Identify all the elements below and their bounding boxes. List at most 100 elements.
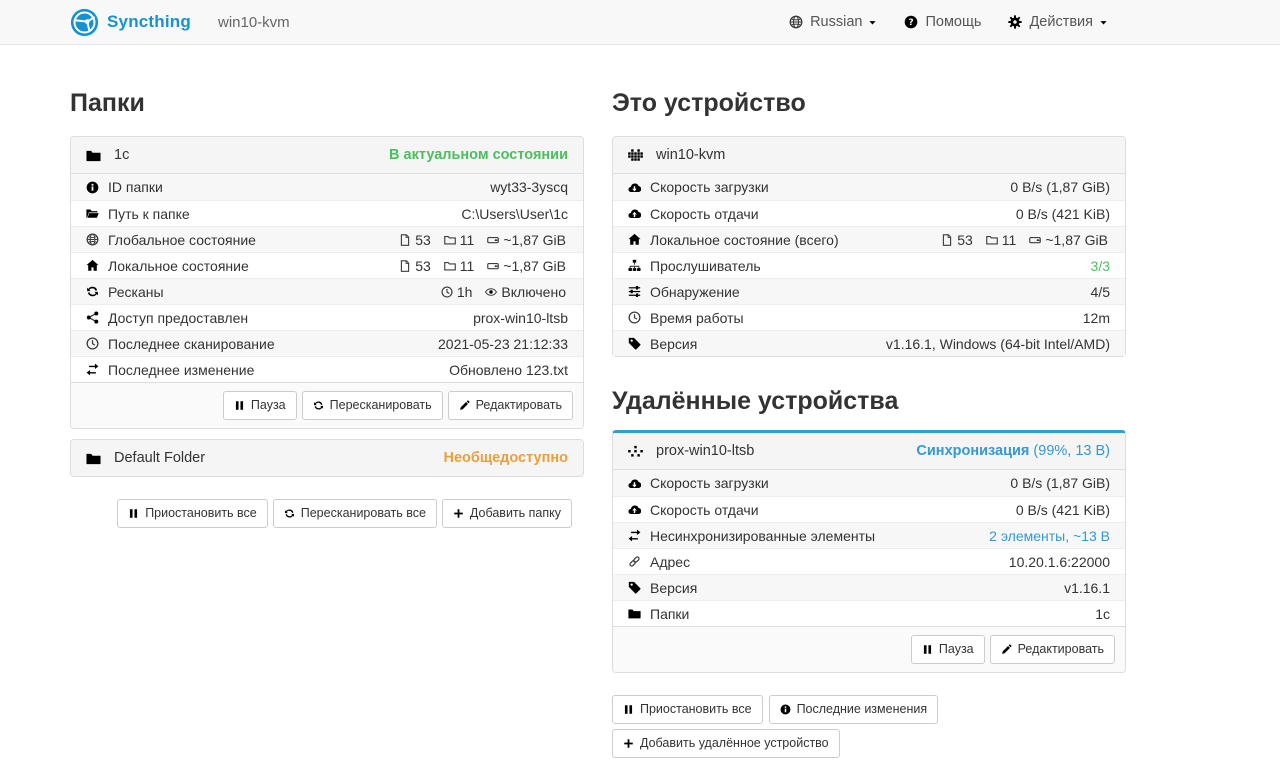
brand-name: Syncthing xyxy=(107,12,191,32)
folder-icon xyxy=(444,234,456,246)
this-device-table: Скорость загрузки 0 B/s (1,87 GiB) Скоро… xyxy=(613,174,1125,356)
table-row: Скорость отдачи 0 B/s (421 KiB) xyxy=(613,200,1125,226)
refresh-icon xyxy=(313,400,324,411)
hdd-icon xyxy=(487,260,499,272)
pause-all-folders-button[interactable]: Приостановить все xyxy=(117,499,268,528)
recent-changes-button[interactable]: Последние изменения xyxy=(769,695,939,724)
device-identicon xyxy=(628,444,643,459)
table-row: Версия v1.16.1 xyxy=(613,574,1125,600)
folder-name: 1c xyxy=(114,147,129,163)
folders-column: Папки 1c В актуальном состоянии ID папки… xyxy=(70,45,584,528)
row-label: Скорость загрузки xyxy=(650,475,769,491)
edit-device-button[interactable]: Редактировать xyxy=(990,635,1115,664)
row-label: Обнаружение xyxy=(650,284,740,300)
language-menu[interactable]: Russian xyxy=(789,14,877,30)
plus-icon xyxy=(623,738,634,749)
table-row: Ресканы 1h Включено xyxy=(71,278,583,304)
row-value: 53 11 ~1,87 GiB xyxy=(941,232,1110,248)
this-device-section-title: Это устройство xyxy=(612,89,1126,118)
devices-column: Это устройство win10-kvm Скорость загруз… xyxy=(612,45,1126,758)
folder-panel-heading[interactable]: 1c В актуальном состоянии xyxy=(71,137,583,174)
table-row: Скорость отдачи 0 B/s (421 KiB) xyxy=(613,496,1125,522)
exchange-icon xyxy=(86,363,99,376)
address-value: 10.20.1.6:22000 xyxy=(1009,554,1110,570)
folder-icon xyxy=(986,234,998,246)
hdd-icon xyxy=(1029,234,1041,246)
folders-actions-bar: Приостановить все Пересканировать все До… xyxy=(70,499,572,528)
rescan-all-button[interactable]: Пересканировать все xyxy=(273,499,437,528)
help-menu[interactable]: Помощь xyxy=(904,14,981,30)
uptime-value: 12m xyxy=(1083,310,1110,326)
remote-device-table: Скорость загрузки 0 B/s (1,87 GiB) Скоро… xyxy=(613,470,1125,626)
clock-icon xyxy=(86,337,99,350)
folder-name: Default Folder xyxy=(114,450,205,466)
hdd-icon xyxy=(487,234,499,246)
pause-icon xyxy=(623,704,634,715)
row-label: Время работы xyxy=(650,310,744,326)
tag-icon xyxy=(628,337,641,350)
row-value: 2021-05-23 21:12:33 xyxy=(438,336,568,352)
table-row: Локальное состояние 53 11 ~1,87 GiB xyxy=(71,252,583,278)
row-label: Путь к папке xyxy=(108,206,190,222)
row-label: Папки xyxy=(650,606,689,622)
pause-icon xyxy=(922,644,933,655)
rescan-button[interactable]: Пересканировать xyxy=(302,391,443,420)
pause-all-devices-button[interactable]: Приостановить все xyxy=(612,695,763,724)
table-row: Путь к папке C:\Users\User\1c xyxy=(71,200,583,226)
row-label: Последнее изменение xyxy=(108,362,254,378)
this-device-heading[interactable]: win10-kvm xyxy=(613,137,1125,174)
pause-button[interactable]: Пауза xyxy=(223,391,297,420)
table-row: Обнаружение 4/5 xyxy=(613,278,1125,304)
file-icon xyxy=(399,234,411,246)
navbar: Syncthing win10-kvm Russian Помощь Дейст… xyxy=(0,0,1280,45)
language-label: Russian xyxy=(810,14,862,30)
row-value: 53 11 ~1,87 GiB xyxy=(399,258,568,274)
navbar-device-name: win10-kvm xyxy=(218,14,290,31)
row-label: Ресканы xyxy=(108,284,164,300)
eye-icon xyxy=(485,286,497,298)
table-row: Время работы 12m xyxy=(613,304,1125,330)
actions-menu[interactable]: Действия xyxy=(1008,14,1108,30)
table-row: Глобальное состояние 53 11 ~1,87 GiB xyxy=(71,226,583,252)
home-icon xyxy=(628,233,641,246)
table-row: Последнее изменение Обновлено 123.txt xyxy=(71,356,583,382)
help-label: Помощь xyxy=(925,14,981,30)
device-identicon xyxy=(628,148,643,163)
pause-device-button[interactable]: Пауза xyxy=(911,635,985,664)
syncthing-brand[interactable]: Syncthing xyxy=(70,8,191,37)
devices-actions-bar: Приостановить все Последние изменения До… xyxy=(612,695,1032,758)
this-device-panel: win10-kvm Скорость загрузки 0 B/s (1,87 … xyxy=(612,136,1126,357)
cloud-download-icon xyxy=(628,181,641,194)
info-circle-icon xyxy=(780,704,791,715)
info-circle-icon xyxy=(86,181,99,194)
row-value: 0 B/s (1,87 GiB) xyxy=(1010,179,1110,195)
folder-details-table: ID папки wyt33-3yscq Путь к папке C:\Use… xyxy=(71,174,583,382)
clock-icon xyxy=(441,286,453,298)
folder-open-icon xyxy=(86,207,99,220)
row-label: Последнее сканирование xyxy=(108,336,275,352)
folder-panel-1c: 1c В актуальном состоянии ID папки wyt33… xyxy=(70,136,584,429)
add-remote-device-button[interactable]: Добавить удалённое устройство xyxy=(612,729,840,758)
row-value: Обновлено 123.txt xyxy=(449,362,568,378)
question-circle-icon xyxy=(904,15,918,29)
edit-folder-button[interactable]: Редактировать xyxy=(448,391,573,420)
table-row: Локальное состояние (всего) 53 11 ~1,87 … xyxy=(613,226,1125,252)
row-label: Скорость загрузки xyxy=(650,179,769,195)
folder-icon xyxy=(444,260,456,272)
row-label: ID папки xyxy=(108,179,163,195)
table-row: Папки 1c xyxy=(613,600,1125,626)
table-row: Скорость загрузки 0 B/s (1,87 GiB) xyxy=(613,174,1125,200)
folder-icon xyxy=(86,451,101,466)
table-row: Адрес 10.20.1.6:22000 xyxy=(613,548,1125,574)
chevron-down-icon xyxy=(868,18,877,27)
add-folder-button[interactable]: Добавить папку xyxy=(442,499,572,528)
row-label: Несинхронизированные элементы xyxy=(650,528,875,544)
cloud-upload-icon xyxy=(628,207,641,220)
pause-icon xyxy=(234,400,245,411)
folder-panel-heading[interactable]: Default Folder Необщедоступно xyxy=(71,440,583,476)
out-of-sync-items-link[interactable]: 2 элементы, ~13 B xyxy=(989,528,1110,544)
tag-icon xyxy=(628,581,641,594)
table-row: Версия v1.16.1, Windows (64-bit Intel/AM… xyxy=(613,330,1125,356)
folders-section-title: Папки xyxy=(70,89,584,118)
remote-device-heading[interactable]: prox-win10-ltsb Синхронизация (99%, 13 B… xyxy=(613,433,1125,470)
